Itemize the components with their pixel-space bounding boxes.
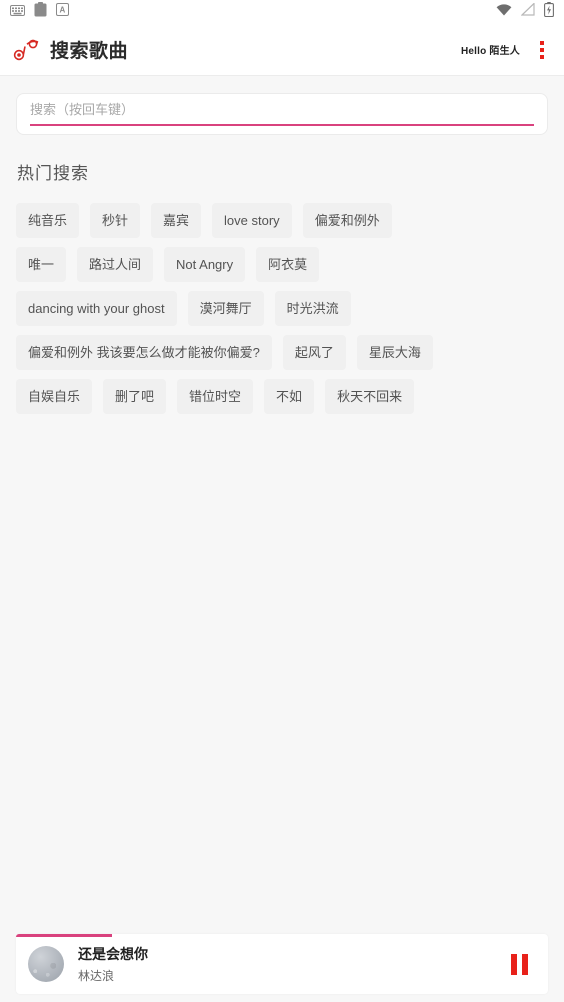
hot-search-tag[interactable]: 偏爱和例外 (302, 203, 392, 238)
player-bar-wrapper: 还是会想你 林达浪 (0, 934, 564, 1002)
track-info: 还是会想你 林达浪 (78, 944, 148, 984)
status-bar-left: A (10, 2, 69, 22)
input-method-a-icon: A (56, 3, 69, 21)
hot-search-tag[interactable]: 删了吧 (103, 379, 167, 414)
hot-search-tag[interactable]: 错位时空 (177, 379, 254, 414)
hot-search-tag[interactable]: 阿衣莫 (256, 247, 320, 282)
hot-search-tag[interactable]: 时光洪流 (274, 291, 351, 326)
menu-dot (540, 54, 544, 59)
hot-search-tag[interactable]: Not Angry (164, 247, 246, 282)
wifi-icon (496, 3, 512, 21)
hot-search-tag[interactable]: 不如 (264, 379, 315, 414)
search-input[interactable] (30, 102, 534, 126)
menu-dot (540, 40, 544, 45)
hot-search-tag[interactable]: love story (212, 203, 292, 238)
hot-search-tag[interactable]: 路过人间 (77, 247, 154, 282)
status-bar: A (0, 0, 564, 24)
battery-charging-icon (544, 2, 554, 22)
app-header: 搜索歌曲 Hello 陌生人 (0, 24, 564, 76)
music-note-logo-icon (10, 33, 44, 67)
hot-search-tag[interactable]: 唯一 (16, 247, 67, 282)
menu-dot (540, 47, 544, 52)
hot-search-tag[interactable]: 纯音乐 (16, 203, 80, 238)
status-bar-right (496, 2, 554, 22)
track-title: 还是会想你 (78, 946, 148, 962)
header-actions: Hello 陌生人 (461, 38, 550, 62)
hot-search-heading: 热门搜索 (17, 164, 89, 183)
hot-search-tag[interactable]: 秒针 (90, 203, 141, 238)
search-card (16, 93, 548, 135)
pause-bar (510, 953, 517, 975)
player-bar[interactable]: 还是会想你 林达浪 (16, 934, 548, 994)
hot-search-tag[interactable]: 嘉宾 (151, 203, 202, 238)
hot-search-tag[interactable]: 起风了 (282, 335, 346, 370)
playback-progress-fill (16, 934, 112, 937)
pause-bar (521, 953, 528, 975)
playback-progress-bar[interactable] (16, 934, 548, 937)
hot-search-tag[interactable]: 秋天不回来 (325, 379, 415, 414)
hot-search-tag[interactable]: 自娱自乐 (16, 379, 93, 414)
hot-search-tag[interactable]: 偏爱和例外 我该要怎么做才能被你偏爱? (16, 335, 272, 370)
album-cover (28, 946, 64, 982)
hot-search-tag[interactable]: dancing with your ghost (16, 291, 177, 326)
hot-search-tag-list: 纯音乐 秒针 嘉宾 love story 偏爱和例外唯一 路过人间 Not Angry 阿衣莫… (16, 203, 436, 414)
greeting-text: Hello 陌生人 (460, 46, 520, 57)
track-artist: 林达浪 (78, 969, 115, 983)
hot-search-tag[interactable]: 漠河舞厅 (187, 291, 264, 326)
more-vertical-icon[interactable] (534, 38, 550, 62)
hot-search-tag[interactable]: 星辰大海 (356, 335, 433, 370)
clipboard-icon (34, 2, 47, 22)
svg-text:A: A (60, 6, 66, 15)
page-title: 搜索歌曲 (50, 41, 129, 62)
pause-icon[interactable] (506, 951, 532, 977)
no-sim-icon (520, 2, 535, 21)
main-content: 热门搜索 纯音乐秒针嘉宾 love story 偏爱和例外唯一路过人间 Not Ang… (0, 76, 564, 1002)
keyboard-icon (10, 3, 25, 21)
app-root: A 搜索歌曲 Hello 陌生人 搜索（按回车键） 热门搜索 纯音乐 秒针 嘉宾… (0, 0, 564, 1002)
